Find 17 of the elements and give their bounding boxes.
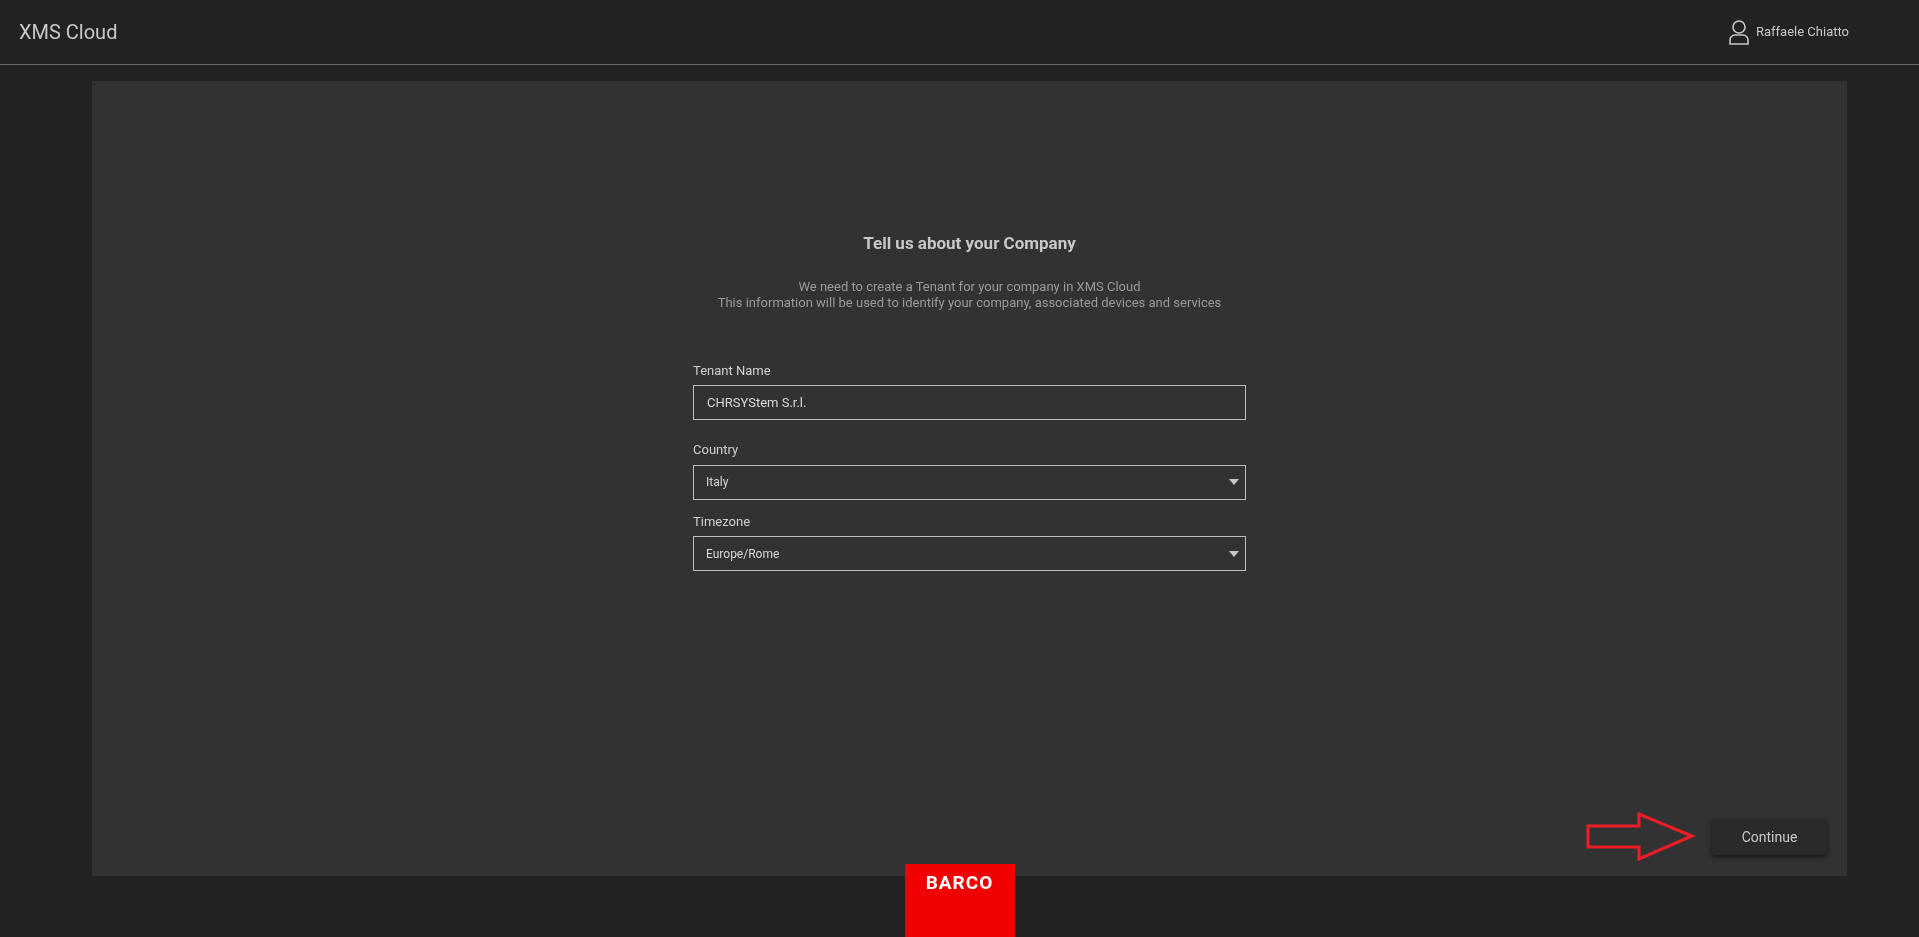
user-icon bbox=[1728, 19, 1750, 45]
continue-button[interactable]: Continue bbox=[1712, 819, 1827, 855]
caret-icon bbox=[1229, 550, 1239, 557]
tenant-name-field[interactable]: CHRSYStem S.r.l. bbox=[693, 385, 1246, 420]
select-field[interactable]: Italy bbox=[693, 464, 1246, 500]
select-field[interactable]: Europe/Rome bbox=[693, 536, 1246, 571]
field-label: Timezone bbox=[693, 512, 751, 531]
intro-text: This information will be used to identify your company, associated devices and services bbox=[717, 294, 1222, 311]
user-menu[interactable]: Raffaele Chiatto bbox=[1728, 19, 1849, 45]
brand-logo: BARCO bbox=[904, 864, 1015, 937]
app-title: XMS Cloud bbox=[19, 19, 118, 46]
field-label: Tenant Name bbox=[693, 361, 771, 380]
arrow-icon bbox=[1586, 812, 1696, 862]
form-title: Tell us about your Company bbox=[863, 232, 1076, 255]
intro-text: We need to create a Tenant for your company in XMS Cloud bbox=[798, 278, 1141, 295]
field-label: Country bbox=[693, 441, 739, 459]
caret-icon bbox=[1229, 479, 1239, 485]
